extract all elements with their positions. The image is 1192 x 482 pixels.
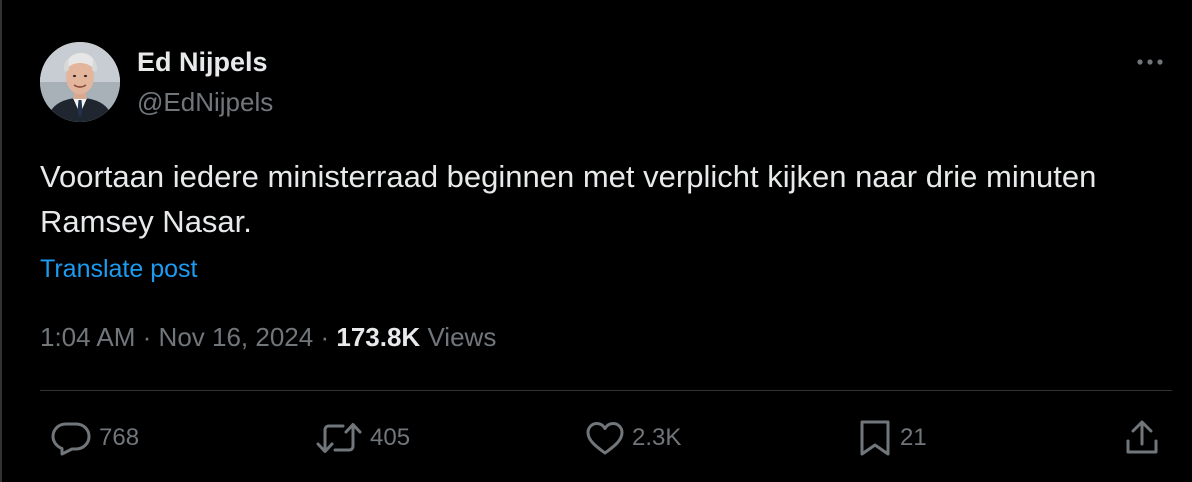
- tweet-meta: 1:04 AM · Nov 16, 2024 · 173.8K Views: [40, 320, 496, 354]
- tweet-date[interactable]: Nov 16, 2024: [159, 322, 314, 352]
- heart-icon: [586, 422, 624, 455]
- like-button[interactable]: 2.3K: [585, 418, 681, 458]
- share-button[interactable]: [1124, 418, 1160, 458]
- views-label: Views: [427, 322, 497, 352]
- like-count: 2.3K: [632, 424, 682, 451]
- translate-post-link[interactable]: Translate post: [40, 254, 197, 284]
- profile-photo-icon: [40, 42, 120, 122]
- repost-button[interactable]: 405: [315, 418, 410, 458]
- tweet-time[interactable]: 1:04 AM: [40, 322, 135, 352]
- bookmark-button[interactable]: 21: [857, 418, 927, 458]
- views-count: 173.8K: [336, 322, 421, 352]
- repost-count: 405: [370, 424, 411, 451]
- divider: [40, 390, 1172, 391]
- repost-arrows-icon: [316, 423, 362, 453]
- more-options-button[interactable]: [1132, 48, 1168, 76]
- meta-separator: ·: [142, 322, 152, 352]
- reply-bubble-icon: [51, 422, 91, 456]
- user-handle[interactable]: @EdNijpels: [137, 86, 273, 118]
- meta-separator: ·: [320, 322, 330, 352]
- display-name[interactable]: Ed Nijpels: [137, 46, 268, 78]
- reply-button[interactable]: 768: [50, 418, 139, 458]
- bookmark-icon: [860, 420, 890, 456]
- tweet-text: Voortaan iedere ministerraad beginnen me…: [40, 159, 1097, 239]
- bookmark-count: 21: [900, 424, 927, 451]
- more-horizontal-icon: [1137, 59, 1163, 65]
- avatar[interactable]: [40, 42, 120, 122]
- share-upload-icon: [1126, 420, 1158, 454]
- reply-count: 768: [99, 424, 140, 451]
- left-border: [0, 0, 2, 482]
